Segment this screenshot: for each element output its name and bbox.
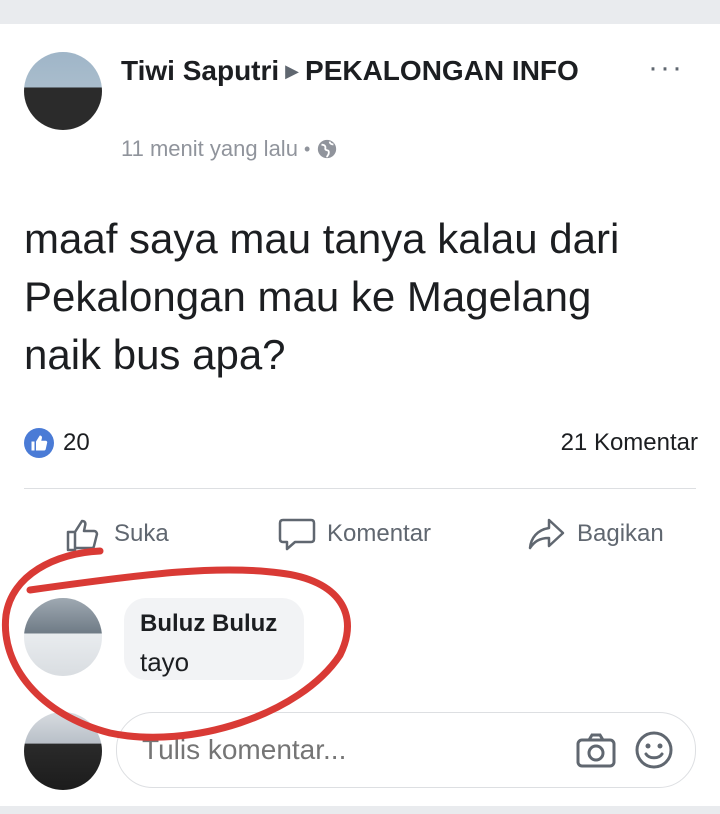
like-count[interactable]: 20 <box>63 428 90 458</box>
emoji-icon[interactable] <box>634 730 674 770</box>
current-user-avatar <box>24 712 102 790</box>
share-label: Bagikan <box>577 520 664 547</box>
top-strip <box>0 0 720 24</box>
comments-count[interactable]: 21 Komentar <box>561 428 698 458</box>
like-label: Suka <box>114 520 169 547</box>
group-name[interactable]: PEKALONGAN INFO <box>305 55 579 86</box>
post-header: Tiwi Saputri ▶ PEKALONGAN INFO <box>121 52 591 93</box>
comment-input[interactable] <box>142 732 542 768</box>
commenter-avatar[interactable] <box>24 598 102 676</box>
comment-label: Komentar <box>327 520 432 547</box>
comment-author[interactable]: Buluz Buluz <box>140 608 277 640</box>
post-text: maaf saya mau tanya kalau dari Pekalonga… <box>24 215 620 378</box>
author-avatar[interactable] <box>24 52 102 130</box>
more-icon[interactable]: ··· <box>648 53 684 83</box>
like-button[interactable]: Suka <box>64 510 169 558</box>
author-name[interactable]: Tiwi Saputri <box>121 55 279 86</box>
divider <box>24 488 696 489</box>
arrow-icon: ▶ <box>285 61 300 81</box>
camera-icon[interactable] <box>576 732 616 768</box>
share-icon <box>528 518 565 550</box>
bottom-strip <box>0 806 720 814</box>
comment-text: tayo <box>140 647 190 677</box>
like-reaction-icon[interactable] <box>24 428 54 458</box>
globe-icon <box>318 139 337 159</box>
share-button[interactable]: Bagikan <box>527 510 664 558</box>
meta-separator: • <box>303 138 311 159</box>
comment-icon <box>278 518 316 551</box>
post-time[interactable]: 11 menit yang lalu <box>121 136 298 162</box>
thumb-icon <box>31 435 48 451</box>
like-icon <box>66 519 99 552</box>
post-meta: 11 menit yang lalu • <box>121 136 338 162</box>
comment-button[interactable]: Komentar <box>277 510 431 558</box>
